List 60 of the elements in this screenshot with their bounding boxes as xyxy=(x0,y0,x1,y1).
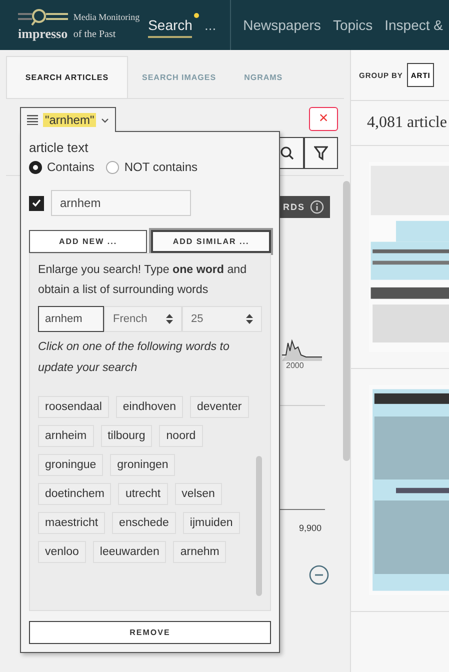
close-button[interactable]: × xyxy=(309,107,338,131)
word-chip[interactable]: venloo xyxy=(38,541,86,563)
word-chip[interactable]: groningue xyxy=(38,454,104,476)
word-chip[interactable]: enschede xyxy=(112,512,176,534)
add-button[interactable]: ADD SIMILAR ... xyxy=(151,230,271,253)
minus-circle-icon[interactable] xyxy=(309,565,329,585)
logo-brand: impresso xyxy=(18,26,69,42)
nav-link[interactable]: Inspect & xyxy=(378,0,449,50)
magnifier-icon xyxy=(18,8,68,26)
radio-button[interactable] xyxy=(29,160,42,174)
word-chip[interactable]: arnehm xyxy=(173,541,226,563)
hint-text: Click on one of the following words to update your search xyxy=(38,339,230,376)
language-select[interactable]: French xyxy=(104,306,182,332)
term-input[interactable]: arnhem xyxy=(51,190,191,216)
filter-chip[interactable]: "arnhem" xyxy=(20,107,116,132)
word-input[interactable]: arnhem xyxy=(38,306,104,332)
word-chip[interactable]: deventer xyxy=(190,396,249,418)
word-chip[interactable]: ijmuiden xyxy=(182,512,240,534)
field-label: article text xyxy=(29,140,90,155)
check-icon xyxy=(32,199,41,207)
scrollbar[interactable] xyxy=(343,181,350,461)
info-icon xyxy=(310,200,324,214)
tab[interactable]: SEARCH ARTICLES xyxy=(6,56,128,98)
list-icon xyxy=(27,115,38,125)
logo-tagline: of the Past xyxy=(73,28,117,40)
word-chip[interactable]: roosendaal xyxy=(38,396,109,418)
word-chip[interactable]: arnheim xyxy=(38,425,94,447)
word-chip[interactable]: leeuwarden xyxy=(92,541,166,563)
word-chip[interactable]: utrecht xyxy=(118,483,168,505)
word-chip[interactable]: tilbourg xyxy=(100,425,152,447)
sort-icon xyxy=(246,314,253,324)
instruction-text: Enlarge you search! Type one word and obtain a list of surrounding words xyxy=(38,262,248,298)
word-chip[interactable]: groningen xyxy=(110,454,176,476)
result-count: 4,081 article xyxy=(351,101,449,146)
filter-icon xyxy=(314,145,328,161)
value-label: 9,900 xyxy=(299,523,322,533)
radio-option[interactable]: Contains xyxy=(29,160,94,174)
word-chip[interactable]: noord xyxy=(159,425,203,447)
word-chip[interactable]: velsen xyxy=(174,483,222,505)
scrollbar-thumb[interactable] xyxy=(256,456,262,596)
search-icon xyxy=(280,146,294,160)
caret-icon xyxy=(101,118,110,122)
nav-link[interactable]: Topics xyxy=(326,0,379,50)
checkbox[interactable] xyxy=(29,196,44,210)
logo[interactable]: Media Monitoring impresso of the Past xyxy=(0,8,142,42)
sort-icon xyxy=(166,314,174,324)
word-chip[interactable]: doetinchem xyxy=(38,483,112,505)
filter-button[interactable] xyxy=(304,137,338,169)
logo-tagline: Media Monitoring xyxy=(73,12,141,22)
radio-button[interactable] xyxy=(106,160,120,174)
add-button[interactable]: ADD NEW ... xyxy=(29,230,147,253)
count-select[interactable]: 25 xyxy=(182,306,262,332)
word-chip[interactable]: eindhoven xyxy=(116,396,183,418)
radio-option[interactable]: NOT contains xyxy=(106,160,198,174)
nav-link[interactable]: Search xyxy=(142,0,198,50)
axis-label: 2000 xyxy=(286,361,304,370)
word-chip[interactable]: maestricht xyxy=(38,512,106,534)
nav-link[interactable]: ... xyxy=(198,0,222,50)
sparkline xyxy=(282,337,322,361)
remove-button[interactable]: REMOVE xyxy=(29,621,271,644)
